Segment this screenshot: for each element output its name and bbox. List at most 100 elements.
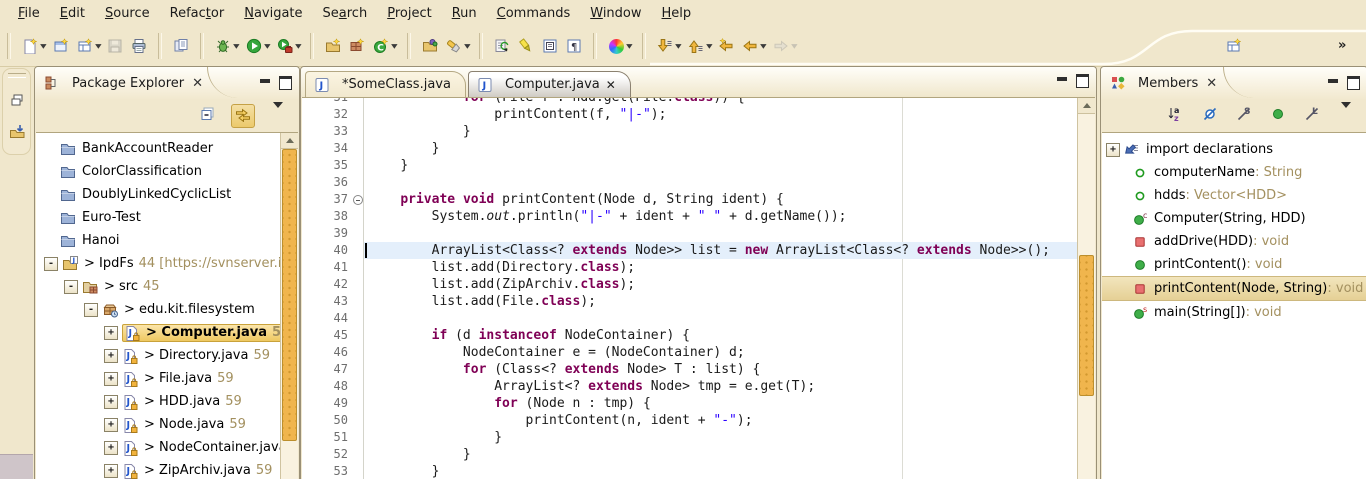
scrollbar-thumb[interactable]	[1079, 255, 1094, 396]
debug-button[interactable]: ▼	[211, 33, 242, 59]
maximize-icon[interactable]	[1076, 74, 1089, 88]
menu-run[interactable]: Run	[442, 3, 487, 24]
code-line-37[interactable]: 37 private void printContent(Node d, Str…	[302, 191, 1078, 208]
new-class-button[interactable]: C▼	[369, 33, 400, 59]
minimize-icon[interactable]	[1057, 77, 1067, 81]
code-text[interactable]: System.out.println("|-" + ident + " " + …	[363, 208, 1078, 225]
tree-item-file-java[interactable]: +J> File.java59	[36, 367, 298, 390]
code-line-35[interactable]: 35 }	[302, 157, 1078, 174]
code-text[interactable]: }	[363, 140, 1078, 157]
code-text[interactable]	[363, 225, 1078, 242]
view-menu-button[interactable]	[267, 105, 289, 127]
sort-button[interactable]: az	[1165, 105, 1187, 127]
toolbar-overflow-chevron[interactable]: »	[1338, 38, 1345, 53]
close-icon[interactable]: ✕	[606, 78, 616, 92]
code-line-49[interactable]: 49 for (Node n : tmp) {	[302, 395, 1078, 412]
minimize-icon[interactable]	[260, 79, 270, 83]
minimize-icon[interactable]	[1328, 79, 1338, 83]
run-task-button[interactable]	[490, 33, 514, 59]
dropdown-arrow-icon[interactable]: ▼	[391, 43, 397, 50]
tree-expander-icon[interactable]: -	[64, 280, 78, 294]
package-explorer-scrollbar[interactable]	[280, 133, 298, 479]
last-edit-location-button[interactable]	[714, 33, 738, 59]
hide-fields-button[interactable]	[1199, 105, 1221, 127]
code-text[interactable]: list.add(ZipArchiv.class);	[363, 276, 1078, 293]
code-text[interactable]: printContent(f, "|-");	[363, 106, 1078, 123]
dropdown-arrow-icon[interactable]: ▼	[675, 43, 681, 50]
tree-item-src[interactable]: -> src45	[36, 275, 298, 298]
code-text[interactable]: private void printContent(Node d, String…	[363, 191, 1078, 208]
code-text[interactable]: }	[363, 446, 1078, 463]
new-window-button[interactable]	[49, 33, 73, 59]
previous-annotation-button[interactable]: ▼	[684, 33, 715, 59]
tree-item-bankaccountreader[interactable]: BankAccountReader	[36, 137, 298, 160]
menu-navigate[interactable]: Navigate	[234, 3, 312, 24]
tree-expander-icon[interactable]: -	[44, 257, 58, 271]
tree-item-hdd-java[interactable]: +J> HDD.java59	[36, 390, 298, 413]
back-button[interactable]: ▼	[738, 33, 769, 59]
tree-expander-icon[interactable]: +	[104, 441, 118, 455]
member-item-main-string-[interactable]: smain(String[]) : void	[1102, 301, 1366, 324]
dropdown-arrow-icon[interactable]: ▼	[40, 43, 46, 50]
scroll-up-arrow[interactable]	[1078, 98, 1095, 114]
color-palette-button[interactable]: ▼	[604, 33, 635, 59]
new-package-button[interactable]	[345, 33, 369, 59]
code-line-31[interactable]: 31 for (File f : hdd.get(File.class)) {	[302, 98, 1078, 106]
tree-item-node-java[interactable]: +J> Node.java59	[36, 413, 298, 436]
new-button[interactable]: ▼	[18, 33, 49, 59]
member-item-computer-string-hdd-[interactable]: cComputer(String, HDD)	[1102, 207, 1366, 230]
show-whitespace-button[interactable]: ¶	[562, 33, 586, 59]
tree-expander-icon[interactable]: +	[104, 349, 118, 363]
dropdown-arrow-icon[interactable]: ▼	[626, 43, 632, 50]
new-view-button[interactable]: ▼	[73, 33, 104, 59]
dropdown-arrow-icon[interactable]: ▼	[706, 43, 712, 50]
code-text[interactable]: list.add(Directory.class);	[363, 259, 1078, 276]
code-text[interactable]: ArrayList<Class<? extends Node>> list = …	[363, 242, 1078, 259]
code-line-51[interactable]: 51 }	[302, 429, 1078, 446]
code-text[interactable]: for (Node n : tmp) {	[363, 395, 1078, 412]
tree-item-colorclassification[interactable]: ColorClassification	[36, 160, 298, 183]
build-button[interactable]	[169, 33, 193, 59]
code-line-42[interactable]: 42 list.add(ZipArchiv.class);	[302, 276, 1078, 293]
code-line-32[interactable]: 32 printContent(f, "|-");	[302, 106, 1078, 123]
menu-search[interactable]: Search	[313, 3, 378, 24]
tree-expander-icon[interactable]: +	[104, 395, 118, 409]
new-java-project-button[interactable]	[321, 33, 345, 59]
close-icon[interactable]: ✕	[192, 76, 203, 91]
menu-help[interactable]: Help	[652, 3, 702, 24]
collapse-all-button[interactable]	[197, 105, 219, 127]
scroll-up-arrow[interactable]	[281, 133, 298, 149]
menu-window[interactable]: Window	[580, 3, 651, 24]
code-line-34[interactable]: 34 }	[302, 140, 1078, 157]
code-line-44[interactable]: 44	[302, 310, 1078, 327]
code-line-47[interactable]: 47 for (Class<? extends Node> T : list) …	[302, 361, 1078, 378]
fastbar-handle[interactable]	[8, 73, 26, 78]
restore-views-button[interactable]	[9, 92, 25, 112]
hide-nonpublic-button[interactable]	[1267, 105, 1289, 127]
link-with-editor-button[interactable]	[231, 104, 255, 128]
menu-file[interactable]: File	[8, 3, 50, 24]
code-line-39[interactable]: 39	[302, 225, 1078, 242]
show-source-button[interactable]	[538, 33, 562, 59]
view-menu-button[interactable]	[1335, 105, 1357, 127]
tree-expander-icon[interactable]: +	[104, 464, 118, 478]
code-line-48[interactable]: 48 ArrayList<? extends Node> tmp = e.get…	[302, 378, 1078, 395]
tree-expander-icon[interactable]: +	[104, 372, 118, 386]
code-line-45[interactable]: 45 if (d instanceof NodeContainer) {	[302, 327, 1078, 344]
new-fastview-button[interactable]	[1222, 33, 1246, 59]
dropdown-arrow-icon[interactable]: ▼	[295, 43, 301, 50]
code-text[interactable]: ArrayList<? extends Node> tmp = e.get(T)…	[363, 378, 1078, 395]
code-text[interactable]: }	[363, 157, 1078, 174]
code-line-46[interactable]: 46 NodeContainer e = (NodeContainer) d;	[302, 344, 1078, 361]
tree-item-doublylinkedcycliclist[interactable]: DoublyLinkedCyclicList	[36, 183, 298, 206]
member-item-adddrive-hdd-[interactable]: addDrive(HDD) : void	[1102, 230, 1366, 253]
tree-item-ziparchiv-java[interactable]: +J> ZipArchiv.java59	[36, 459, 298, 479]
member-item-computername[interactable]: computerName : String	[1102, 161, 1366, 184]
editor-scrollbar[interactable]	[1077, 98, 1095, 479]
tree-item-nodecontainer-java[interactable]: +J> NodeContainer.java	[36, 436, 298, 459]
maximize-icon[interactable]	[279, 76, 292, 90]
tree-item-edu-kit-filesystem[interactable]: -> edu.kit.filesystem	[36, 298, 298, 321]
code-line-40[interactable]: 40 ArrayList<Class<? extends Node>> list…	[302, 242, 1078, 259]
hide-static-button[interactable]: S	[1233, 105, 1255, 127]
code-text[interactable]: NodeContainer e = (NodeContainer) d;	[363, 344, 1078, 361]
